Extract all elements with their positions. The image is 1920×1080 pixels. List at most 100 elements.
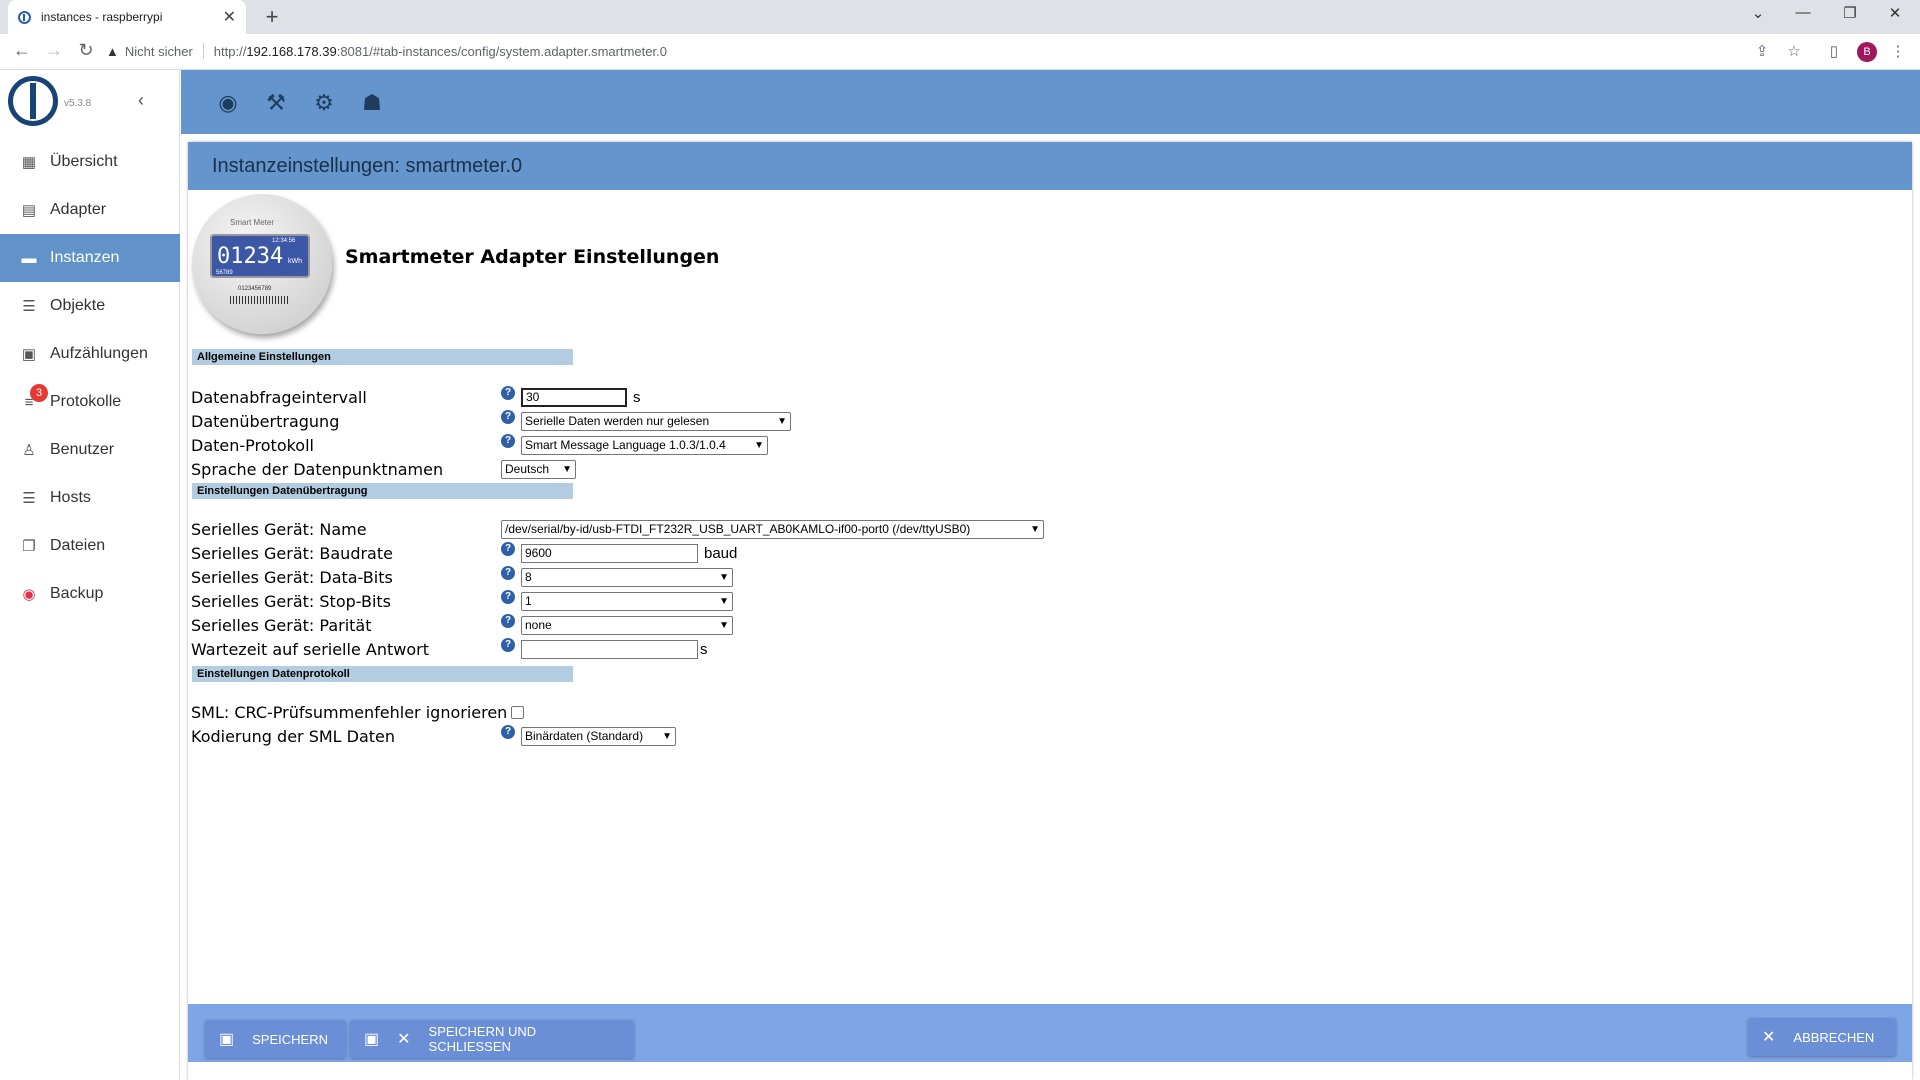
url-host: 192.168.178.39 xyxy=(246,43,337,59)
sidebar-item-label: Übersicht xyxy=(50,153,118,170)
section-general: Allgemeine Einstellungen xyxy=(192,349,573,365)
sidebar: v5.3.8 ‹ ▦ Übersicht ▤ Adapter ▬ Instanzen … xyxy=(0,70,180,1080)
sidebar-item-aufzaehlungen[interactable]: ▣ Aufzählungen xyxy=(0,330,180,378)
reload-icon[interactable]: ↻ xyxy=(74,40,98,61)
sidebar-item-dateien[interactable]: ❐ Dateien xyxy=(0,522,180,570)
help-icon[interactable]: ? xyxy=(501,434,515,448)
help-icon[interactable]: ? xyxy=(501,566,515,580)
databits-label: Serielles Gerät: Data-Bits xyxy=(191,567,393,587)
files-icon: ❐ xyxy=(22,538,36,555)
tab-search-chevron-icon[interactable]: ⌄ xyxy=(1743,4,1773,22)
version-label: v5.3.8 xyxy=(64,98,92,109)
stopbits-row: Serielles Gerät: Stop-Bits ? 1 ▼ xyxy=(191,590,1191,612)
browser-menu-icon[interactable]: ⋮ xyxy=(1888,42,1908,60)
timeout-input[interactable] xyxy=(521,639,698,659)
crc-label: SML: CRC-Prüfsummenfehler ignorieren xyxy=(191,702,508,722)
save-button[interactable]: ▣ SPEICHERN xyxy=(205,1020,346,1058)
gear-icon[interactable]: ⚙ xyxy=(310,90,338,116)
databits-select[interactable]: 8 ▼ xyxy=(521,567,733,587)
address-bar-row: ← → ↻ ▲ Nicht sicher http:// 192.168.178… xyxy=(0,34,1920,70)
collapse-sidebar-icon[interactable]: ‹ xyxy=(138,90,144,111)
language-value: Deutsch xyxy=(505,462,550,476)
tab-title: instances - raspberrypi xyxy=(41,10,163,24)
sidebar-item-instanzen[interactable]: ▬ Instanzen xyxy=(0,234,180,282)
help-icon[interactable]: ? xyxy=(501,410,515,424)
page-title: Instanzeinstellungen: smartmeter.0 xyxy=(188,142,1912,190)
language-row: Sprache der Datenpunktnamen Deutsch ▼ xyxy=(191,458,1191,480)
sidebar-item-protokolle[interactable]: ≡ 3 Protokolle xyxy=(0,378,180,426)
floppy-icon: ▣ xyxy=(364,1031,380,1048)
sidebar-item-uebersicht[interactable]: ▦ Übersicht xyxy=(0,138,180,186)
save-close-button[interactable]: ▣ ✕ SPEICHERN UND SCHLIESSEN xyxy=(350,1020,634,1058)
store-icon: ▤ xyxy=(21,202,37,219)
security-label: Nicht sicher xyxy=(124,43,193,59)
new-tab-icon[interactable]: + xyxy=(262,4,282,30)
parity-select[interactable]: none ▼ xyxy=(521,615,733,635)
save-label: SPEICHERN xyxy=(252,1031,328,1047)
forward-icon[interactable]: → xyxy=(42,40,66,61)
encoding-row: Kodierung der SML Daten ? Binärdaten (St… xyxy=(191,725,1191,747)
url-field[interactable]: ▲ Nicht sicher http:// 192.168.178.39 :8… xyxy=(106,37,1806,65)
chevron-down-icon: ▼ xyxy=(719,619,729,631)
restore-icon[interactable]: ❐ xyxy=(1835,4,1865,22)
protocol-select[interactable]: Smart Message Language 1.0.3/1.0.4 ▼ xyxy=(521,435,768,455)
floppy-icon: ▣ xyxy=(219,1031,235,1048)
chevron-down-icon: ▼ xyxy=(1030,523,1040,535)
help-icon[interactable]: ? xyxy=(501,386,515,400)
sidebar-item-benutzer[interactable]: ♙ Benutzer xyxy=(0,426,180,474)
sidebar-item-adapter[interactable]: ▤ Adapter xyxy=(0,186,180,234)
warning-icon: ▲ xyxy=(106,43,119,59)
language-select[interactable]: Deutsch ▼ xyxy=(501,459,576,479)
databits-value: 8 xyxy=(525,570,532,584)
databits-row: Serielles Gerät: Data-Bits ? 8 ▼ xyxy=(191,566,1191,588)
back-icon[interactable]: ← xyxy=(10,40,34,61)
help-icon[interactable]: ? xyxy=(501,638,515,652)
device-select[interactable]: /dev/serial/by-id/usb-FTDI_FT232R_USB_UA… xyxy=(501,519,1044,539)
minimize-icon[interactable]: — xyxy=(1788,4,1818,21)
window-close-icon[interactable]: ✕ xyxy=(1880,4,1910,22)
help-icon[interactable]: ? xyxy=(501,542,515,556)
sidebar-item-backup[interactable]: ◉ Backup xyxy=(0,570,180,618)
baudrate-unit: baud xyxy=(704,544,738,562)
sidebar-item-hosts[interactable]: ☰ Hosts xyxy=(0,474,180,522)
interval-input[interactable] xyxy=(521,387,627,407)
encoding-label: Kodierung der SML Daten xyxy=(191,726,396,746)
wrench-icon[interactable]: ⚒ xyxy=(262,90,290,116)
help-icon[interactable]: ? xyxy=(501,614,515,628)
crc-checkbox[interactable] xyxy=(511,705,525,719)
cancel-button[interactable]: ✕ ABBRECHEN xyxy=(1748,1018,1896,1056)
timeout-unit: s xyxy=(700,640,708,658)
sidebar-item-objekte[interactable]: ☰ Objekte xyxy=(0,282,180,330)
meter-barcode xyxy=(230,296,290,304)
meter-serial: 0123456789 xyxy=(238,286,272,292)
meter-unit: kWh xyxy=(288,258,302,265)
user-icon: ♙ xyxy=(22,442,36,459)
help-icon[interactable]: ? xyxy=(501,590,515,604)
baudrate-input[interactable] xyxy=(521,543,698,563)
profile-avatar[interactable]: B xyxy=(1857,42,1877,62)
device-row: Serielles Gerät: Name /dev/serial/by-id/… xyxy=(191,518,1191,540)
list-icon: ☰ xyxy=(22,298,36,315)
sidebar-item-label: Backup xyxy=(50,585,104,602)
save-close-label: SPEICHERN UND SCHLIESSEN xyxy=(428,1024,537,1054)
encoding-select[interactable]: Binärdaten (Standard) ▼ xyxy=(521,726,676,746)
section-transfer: Einstellungen Datenübertragung xyxy=(192,483,573,499)
tab-close-icon[interactable]: ✕ xyxy=(223,7,236,27)
interval-unit: s xyxy=(633,388,641,406)
share-icon[interactable]: ⇪ xyxy=(1752,42,1772,60)
eye-icon[interactable]: ◉ xyxy=(214,90,242,116)
stopbits-label: Serielles Gerät: Stop-Bits xyxy=(191,591,392,611)
sidebar-menu: ▦ Übersicht ▤ Adapter ▬ Instanzen ☰ Objekte … xyxy=(0,138,180,618)
bookmark-star-icon[interactable]: ☆ xyxy=(1784,42,1804,60)
footer-bar: ▣ SPEICHERN ▣ ✕ SPEICHERN UND SCHLIESSEN… xyxy=(188,1004,1912,1062)
help-icon[interactable]: ? xyxy=(501,725,515,739)
encoding-value: Binärdaten (Standard) xyxy=(525,729,644,743)
expert-icon[interactable]: ☗ xyxy=(358,90,386,116)
chevron-down-icon: ▼ xyxy=(562,463,572,475)
stopbits-value: 1 xyxy=(525,594,532,608)
meter-sub: 56789 xyxy=(216,270,233,276)
browser-tab[interactable]: instances - raspberrypi ✕ xyxy=(8,0,246,34)
transfer-select[interactable]: Serielle Daten werden nur gelesen ▼ xyxy=(521,411,791,431)
side-panel-icon[interactable]: ▯ xyxy=(1824,42,1844,60)
stopbits-select[interactable]: 1 ▼ xyxy=(521,591,733,611)
